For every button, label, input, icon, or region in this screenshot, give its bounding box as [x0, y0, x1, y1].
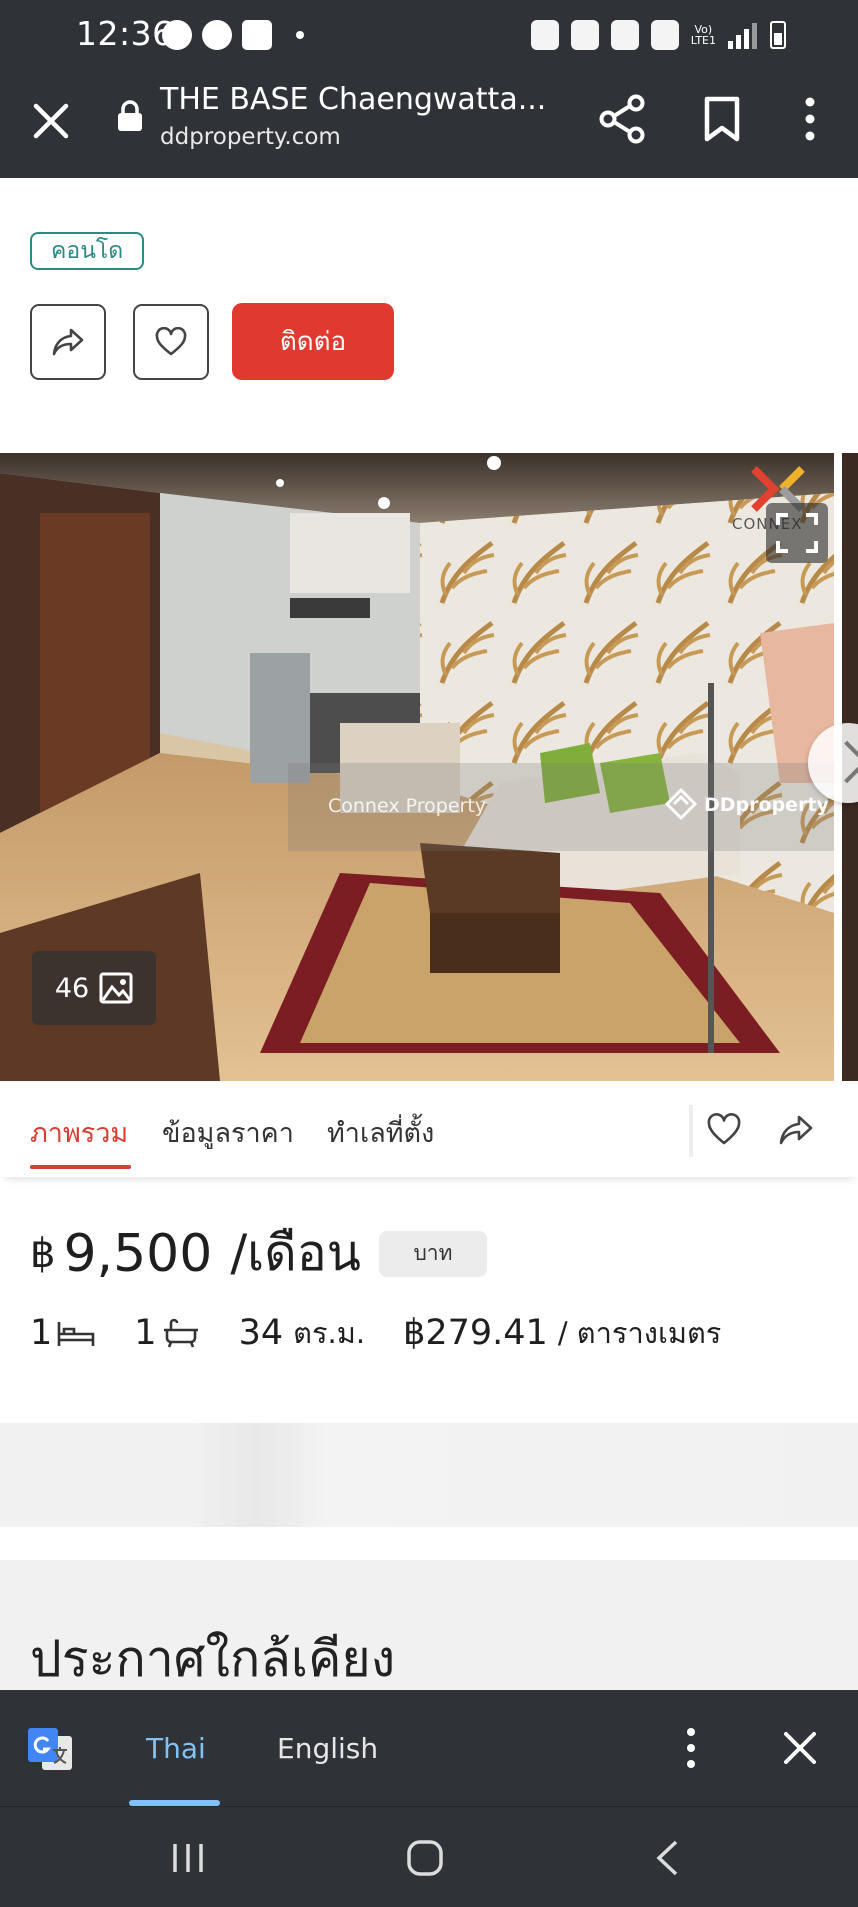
price-per-area-value: ฿279.41 — [403, 1313, 548, 1353]
close-icon[interactable] — [28, 98, 74, 144]
browser-toolbar: THE BASE Chaengwatta... ddproperty.com — [0, 72, 858, 178]
property-facts: 1 1 34 ตร.ม. ฿279.41 / ตารางเมตร — [30, 1310, 759, 1356]
more-notifications-dot — [296, 31, 304, 39]
tab-overview[interactable]: ภาพรวม — [30, 1111, 128, 1154]
photo-count-badge[interactable]: 46 — [32, 951, 156, 1025]
status-bar: 12:36 Vo) LTE1 — [0, 0, 858, 72]
translate-bar: Thai English — [0, 1690, 858, 1806]
listing-page: คอนโด ติดต่อ Connex Property DDproperty … — [0, 178, 858, 1690]
section-tabs: ภาพรวม ข้อมูลราคา ทำเลที่ตั้ง — [0, 1081, 858, 1177]
bookmark-icon[interactable] — [702, 96, 742, 142]
floor-area: 34 ตร.ม. — [239, 1310, 366, 1356]
share-arrow-icon — [52, 328, 84, 355]
line-app-icon — [162, 20, 192, 50]
system-navigation-bar — [0, 1806, 858, 1907]
battery-saver-icon — [530, 20, 559, 50]
network-type: Vo) LTE1 — [691, 24, 716, 46]
share-arrow-icon[interactable] — [778, 1113, 814, 1147]
watermark-agent: Connex Property — [328, 795, 487, 817]
listing-actions: ติดต่อ — [30, 303, 394, 380]
loading-placeholder — [0, 1423, 858, 1527]
close-icon[interactable] — [780, 1728, 820, 1768]
nearby-listings-section: ประกาศใกล้เคียง — [0, 1560, 858, 1690]
bedrooms: 1 — [30, 1313, 96, 1353]
heart-icon — [155, 326, 187, 355]
heart-icon[interactable] — [706, 1113, 742, 1147]
google-translate-icon[interactable] — [26, 1726, 74, 1774]
tab-location[interactable]: ทำเลที่ตั้ง — [327, 1111, 434, 1154]
battery-icon — [770, 21, 786, 49]
price-per-area: ฿279.41 / ตารางเมตร — [403, 1310, 721, 1356]
tab-price-info[interactable]: ข้อมูลราคา — [162, 1111, 294, 1154]
notification-icons — [162, 20, 304, 50]
lang-tab-thai[interactable]: Thai — [146, 1732, 206, 1765]
watermark-site: DDproperty — [704, 794, 829, 816]
wifi-icon — [650, 20, 679, 50]
nearby-listings-title: ประกาศใกล้เคียง — [30, 1630, 396, 1688]
contact-button[interactable]: ติดต่อ — [232, 303, 394, 380]
gallery-icon — [99, 972, 133, 1004]
signal-icon — [728, 21, 758, 49]
recents-icon[interactable] — [170, 1841, 206, 1875]
home-icon[interactable] — [406, 1839, 444, 1877]
photo-count: 46 — [54, 972, 90, 1004]
listing-photo[interactable]: CONNEX Connex Property DDproperty 46 — [0, 453, 834, 1081]
gallery-notif-icon — [242, 20, 272, 50]
page-title[interactable]: THE BASE Chaengwatta... — [160, 82, 546, 117]
media-app-icon — [202, 20, 232, 50]
back-icon[interactable] — [654, 1839, 680, 1877]
photo-gallery[interactable]: CONNEX Connex Property DDproperty 46 — [0, 453, 858, 1081]
fullscreen-button[interactable] — [766, 503, 828, 563]
expand-icon — [776, 513, 818, 553]
more-vert-icon[interactable] — [680, 1726, 702, 1770]
system-icons: Vo) LTE1 — [530, 20, 786, 50]
network-label-bottom: LTE1 — [690, 34, 716, 47]
price-amount: 9,500 — [63, 1223, 213, 1284]
more-vert-icon[interactable] — [796, 96, 824, 142]
lock-icon — [118, 100, 142, 131]
bathrooms-count: 1 — [134, 1313, 157, 1353]
price-row: ฿ 9,500 /เดือน บาท — [30, 1214, 487, 1293]
save-listing-button[interactable] — [133, 303, 209, 380]
price-per-area-unit: / ตารางเมตร — [557, 1316, 722, 1350]
price-period: /เดือน — [230, 1224, 361, 1282]
page-url[interactable]: ddproperty.com — [160, 124, 341, 150]
ddproperty-logo-icon — [664, 787, 698, 821]
status-time: 12:36 — [76, 14, 174, 53]
property-type-tag: คอนโด — [30, 232, 145, 270]
bathrooms: 1 — [134, 1313, 200, 1353]
bath-icon — [163, 1318, 198, 1348]
bedrooms-count: 1 — [30, 1313, 53, 1353]
alarm-icon — [570, 20, 599, 50]
lang-tab-english[interactable]: English — [277, 1732, 378, 1765]
area-unit: ตร.ม. — [293, 1316, 366, 1350]
currency-selector[interactable]: บาท — [378, 1230, 487, 1277]
share-icon[interactable] — [598, 94, 646, 144]
chevron-right-icon — [825, 740, 858, 784]
price-currency: ฿ — [30, 1230, 56, 1277]
area-value: 34 — [238, 1313, 284, 1353]
mute-icon — [610, 20, 639, 50]
share-listing-button[interactable] — [30, 303, 106, 380]
bed-icon — [57, 1322, 95, 1346]
active-tab-indicator — [30, 1165, 131, 1169]
tab-divider — [689, 1105, 693, 1157]
